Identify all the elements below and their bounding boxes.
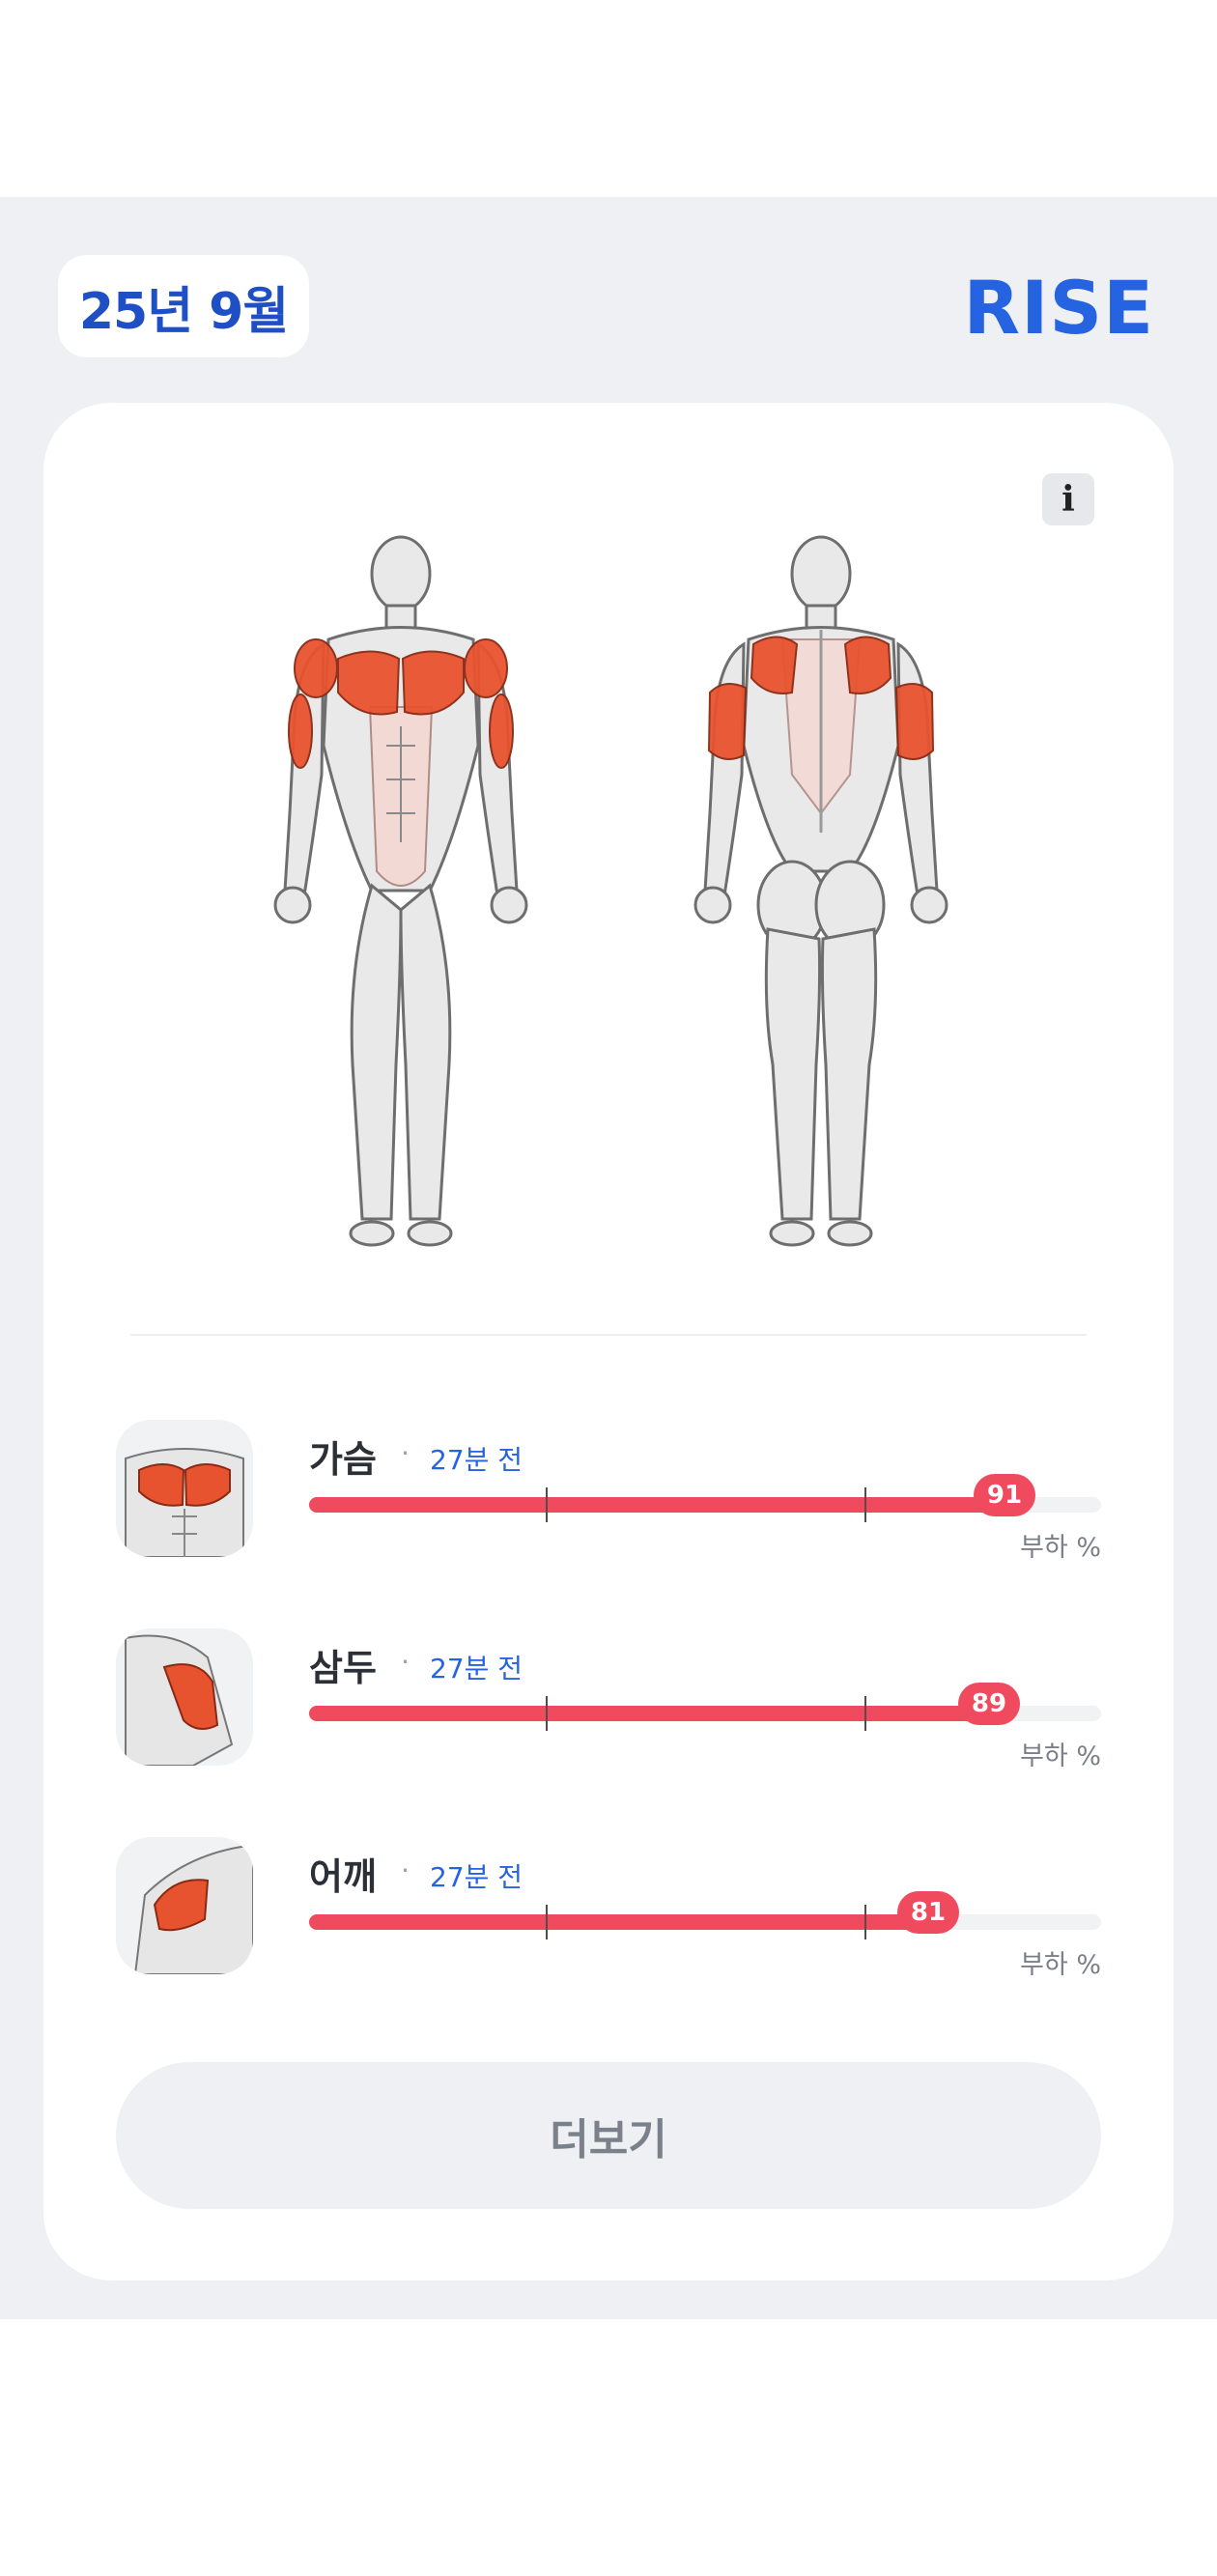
last-trained-time: 27분 전 [430, 1444, 524, 1476]
load-tick-marker [546, 1696, 548, 1731]
more-button[interactable]: 더보기 [116, 2062, 1101, 2209]
anatomy-back-icon [693, 535, 948, 1247]
muscle-row-shoulders[interactable]: 어깨 · 27분 전 81 부하 % [43, 1837, 1174, 1982]
triceps-muscle-icon [125, 1634, 234, 1766]
last-trained-time: 27분 전 [430, 1861, 524, 1893]
load-bar-track: 81 [309, 1891, 1101, 1939]
load-unit-label: 부하 % [1020, 1950, 1101, 1980]
muscle-name: 삼두 [309, 1647, 377, 1689]
load-value-badge: 89 [958, 1683, 1020, 1725]
chest-thumbnail [116, 1420, 253, 1557]
chest-muscle-icon [125, 1448, 244, 1557]
info-icon: i [1061, 479, 1075, 520]
muscle-name: 어깨 [309, 1855, 377, 1898]
muscle-name: 가슴 [309, 1438, 377, 1481]
separator-dot: · [401, 1646, 410, 1678]
anatomy-front-icon [273, 535, 528, 1247]
load-tick-marker [864, 1696, 866, 1731]
load-unit-label: 부하 % [1020, 1741, 1101, 1771]
month-label: 25년 9월 [78, 282, 289, 341]
load-bar-fill [309, 1497, 1005, 1513]
last-trained-time: 27분 전 [430, 1653, 524, 1684]
load-bar-fill [309, 1914, 928, 1930]
month-selector[interactable]: 25년 9월 [58, 255, 309, 357]
load-bar-track: 91 [309, 1474, 1101, 1522]
muscle-load-card: i 가슴 · 27분 전 91 부하 % 삼두 · 27분 전 89 부하 % … [43, 403, 1174, 2280]
load-value-badge: 91 [974, 1474, 1035, 1516]
separator-dot: · [401, 1854, 410, 1886]
muscle-row-triceps[interactable]: 삼두 · 27분 전 89 부하 % [43, 1628, 1174, 1773]
load-tick-marker [546, 1905, 548, 1939]
load-tick-marker [546, 1487, 548, 1522]
info-button[interactable]: i [1042, 473, 1094, 525]
more-button-label: 더보기 [550, 2115, 667, 2165]
triceps-thumbnail [116, 1628, 253, 1766]
load-bar-track: 89 [309, 1683, 1101, 1731]
load-value-badge: 81 [897, 1891, 959, 1934]
load-tick-marker [864, 1905, 866, 1939]
shoulders-thumbnail [116, 1837, 253, 1974]
load-unit-label: 부하 % [1020, 1533, 1101, 1563]
brand-logo: RISE [963, 264, 1154, 351]
body-front-figure [246, 524, 555, 1258]
body-back-figure [666, 524, 976, 1258]
muscle-row-chest[interactable]: 가슴 · 27분 전 91 부하 % [43, 1420, 1174, 1565]
load-tick-marker [864, 1487, 866, 1522]
shoulder-muscle-icon [133, 1846, 253, 1974]
separator-dot: · [401, 1437, 410, 1469]
load-bar-fill [309, 1706, 989, 1721]
section-divider [130, 1334, 1087, 1336]
